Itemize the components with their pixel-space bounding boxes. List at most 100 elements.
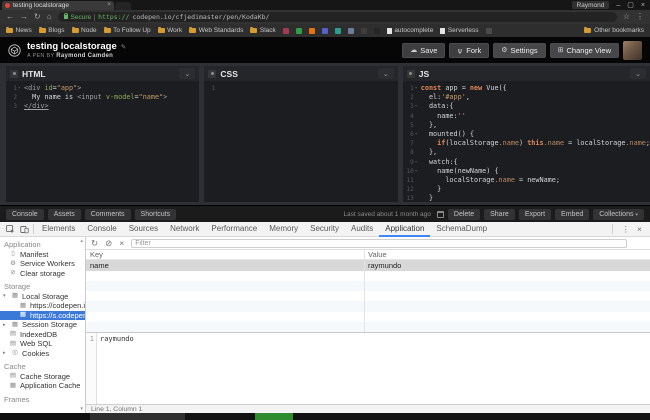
bookmark-folder-work[interactable]: Work [157, 26, 182, 34]
sidebar-item-service-workers[interactable]: ⚙ Service Workers [0, 259, 85, 269]
sidebar-item-cookies[interactable]: ▸ ◎ Cookies [0, 349, 85, 359]
sidebar-item-cache-storage[interactable]: ▤ Cache Storage [0, 372, 85, 382]
panel-settings-icon[interactable] [208, 69, 217, 78]
bookmark-favicon[interactable] [334, 27, 341, 34]
empty-row[interactable] [86, 280, 650, 292]
preview-text[interactable]: raymundo [97, 333, 134, 404]
tree-collapsed-icon[interactable]: ▸ [3, 350, 8, 356]
bookmark-folder-to-follow-up[interactable]: To Follow Up [103, 26, 151, 34]
sidebar-item-local-storage[interactable]: ▾ ▦ Local Storage [0, 292, 85, 302]
sidebar-item-session-storage[interactable]: ▸ ▦ Session Storage [0, 320, 85, 330]
star-icon[interactable]: ☆ [623, 13, 630, 21]
browser-tab[interactable]: testing localstorage × [2, 1, 114, 10]
tab-close-icon[interactable]: × [107, 2, 111, 9]
column-key[interactable]: Key [86, 250, 364, 259]
avatar[interactable] [623, 40, 642, 60]
save-button[interactable]: ☁ Save [402, 42, 446, 58]
bookmark-favicon[interactable] [295, 27, 302, 34]
bookmark-favicon[interactable] [347, 27, 354, 34]
shortcuts-button[interactable]: Shortcuts [134, 208, 177, 220]
console-button[interactable]: Console [6, 208, 44, 220]
collections-button[interactable]: Collections ▾ [593, 208, 644, 220]
comments-button[interactable]: Comments [84, 208, 131, 220]
empty-row[interactable] [86, 311, 650, 322]
filter-input[interactable] [131, 238, 627, 248]
embed-button[interactable]: Embed [555, 208, 590, 220]
empty-row[interactable] [86, 291, 650, 302]
tree-collapsed-icon[interactable]: ▸ [3, 322, 8, 328]
sidebar-item-indexeddb[interactable]: ▤ IndexedDB [0, 330, 85, 340]
bookmark-serverless[interactable]: Serverless [440, 27, 479, 34]
bookmark-favicon[interactable] [321, 27, 328, 34]
change-view-button[interactable]: ⊞ Change View [549, 42, 619, 58]
taskbar-item[interactable] [90, 413, 185, 420]
column-value[interactable]: Value [364, 250, 650, 259]
bookmark-autocomplete[interactable]: autocomplete [386, 27, 433, 34]
fold-icon[interactable]: ▾ [414, 158, 421, 167]
fork-button[interactable]: ⋔ Fork [449, 42, 490, 58]
scroll-up-icon[interactable]: ▲ [80, 238, 84, 244]
bookmark-folder-node[interactable]: Node [71, 26, 97, 34]
export-button[interactable]: Export [518, 208, 552, 220]
reload-icon[interactable]: ↻ [34, 13, 41, 21]
tab-security[interactable]: Security [304, 222, 345, 237]
scroll-down-icon[interactable]: ▼ [80, 406, 84, 412]
tab-sources[interactable]: Sources [123, 222, 164, 237]
bookmark-favicon[interactable] [308, 27, 315, 34]
sidebar-item-application-cache[interactable]: ▦ Application Cache [0, 381, 85, 391]
maximize-icon[interactable]: ▢ [627, 2, 634, 9]
sidebar-item-localstorage-codepen[interactable]: ▦ https://codepen.io [0, 301, 85, 311]
clear-all-icon[interactable]: ⊘ [105, 239, 112, 248]
empty-row[interactable] [86, 321, 650, 333]
tree-expanded-icon[interactable]: ▾ [3, 293, 8, 299]
new-tab-button[interactable] [115, 2, 131, 10]
pen-author[interactable]: Raymond Camden [56, 53, 113, 59]
fold-icon[interactable]: ▾ [414, 167, 421, 176]
fold-icon[interactable]: ▾ [414, 130, 421, 139]
bookmark-favicon[interactable] [360, 27, 367, 34]
refresh-icon[interactable]: ↻ [91, 239, 98, 248]
url-input[interactable]: Secure https:// codepen.io/cfjedimaster/… [57, 12, 617, 22]
close-icon[interactable]: × [641, 2, 645, 9]
css-code-editor[interactable]: 1 [204, 81, 397, 202]
panel-settings-icon[interactable] [406, 69, 415, 78]
fold-icon[interactable]: ▾ [17, 84, 24, 93]
bookmark-favicon[interactable] [373, 27, 380, 34]
tab-performance[interactable]: Performance [205, 222, 263, 237]
bookmark-favicon[interactable] [485, 27, 492, 34]
chevron-down-icon[interactable]: ⌄ [377, 68, 394, 79]
html-code-editor[interactable]: 1 ▾ <div id="app"> 2 My name is <input v-m… [6, 81, 199, 202]
fold-icon[interactable]: ▾ [414, 102, 421, 111]
sidebar-item-clear-storage[interactable]: ⊘ Clear storage [0, 269, 85, 279]
minimize-icon[interactable]: – [616, 2, 620, 9]
edit-pencil-icon[interactable]: ✎ [121, 43, 126, 51]
home-icon[interactable]: ⌂ [47, 13, 52, 21]
chevron-down-icon[interactable]: ⌄ [179, 68, 196, 79]
delete-button[interactable]: Delete [447, 208, 481, 220]
devtools-menu-icon[interactable]: ⋮ [622, 224, 631, 235]
bookmark-folder-slack[interactable]: Slack [250, 26, 276, 34]
device-toolbar-icon[interactable] [17, 225, 31, 234]
inspect-element-icon[interactable] [3, 224, 17, 234]
fold-icon[interactable]: ▾ [414, 84, 421, 93]
profile-button[interactable]: Raymond [571, 1, 610, 9]
js-code-editor[interactable]: 1 ▾ const app = new Vue({ 2 el:'#app', 3 ▾ … [403, 81, 650, 202]
other-bookmarks[interactable]: Other bookmarks [584, 26, 644, 34]
menu-icon[interactable]: ⋮ [636, 13, 644, 21]
tab-elements[interactable]: Elements [36, 222, 81, 237]
bookmark-folder-web-standards[interactable]: Web Standards [189, 26, 243, 34]
table-row[interactable]: name raymundo [86, 260, 650, 271]
calendar-icon[interactable] [436, 210, 444, 218]
taskbar-item[interactable] [255, 413, 293, 420]
tab-application[interactable]: Application [379, 222, 430, 237]
forward-icon[interactable]: → [20, 13, 28, 21]
panel-settings-icon[interactable] [10, 69, 18, 78]
sidebar-item-manifest[interactable]: ▯ Manifest [0, 250, 85, 260]
bookmark-favicon[interactable] [282, 27, 289, 34]
chevron-down-icon[interactable]: ⌄ [630, 68, 646, 79]
bookmark-folder-blogs[interactable]: Blogs [38, 26, 65, 34]
delete-selected-icon[interactable]: × [119, 239, 124, 248]
devtools-close-icon[interactable]: × [637, 224, 642, 234]
sidebar-item-web-sql[interactable]: ▤ Web SQL [0, 339, 85, 349]
sidebar-item-localstorage-s-codepen[interactable]: ▦https://s.codepen.io [0, 310, 85, 320]
